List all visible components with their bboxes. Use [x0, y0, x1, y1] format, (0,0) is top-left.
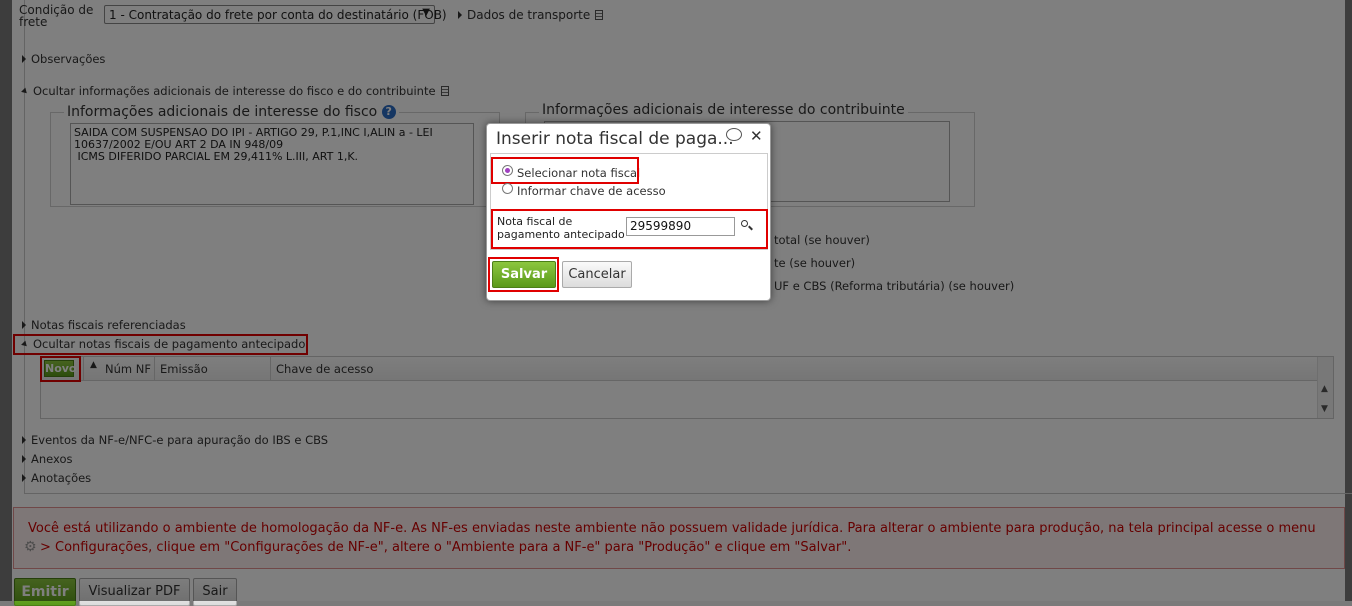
- dialog-title: Inserir nota fiscal de paga...: [496, 129, 734, 149]
- close-icon[interactable]: ✕: [750, 127, 763, 145]
- radio-icon[interactable]: [502, 183, 513, 194]
- highlight-box: [488, 257, 559, 292]
- comment-icon[interactable]: [726, 128, 742, 141]
- highlight-box: [491, 157, 639, 184]
- cancel-button[interactable]: Cancelar: [562, 261, 632, 288]
- highlight-box: [491, 209, 768, 249]
- insert-invoice-dialog: Inserir nota fiscal de paga... ✕ Selecio…: [486, 123, 771, 301]
- option-key-label[interactable]: Informar chave de acesso: [517, 184, 666, 198]
